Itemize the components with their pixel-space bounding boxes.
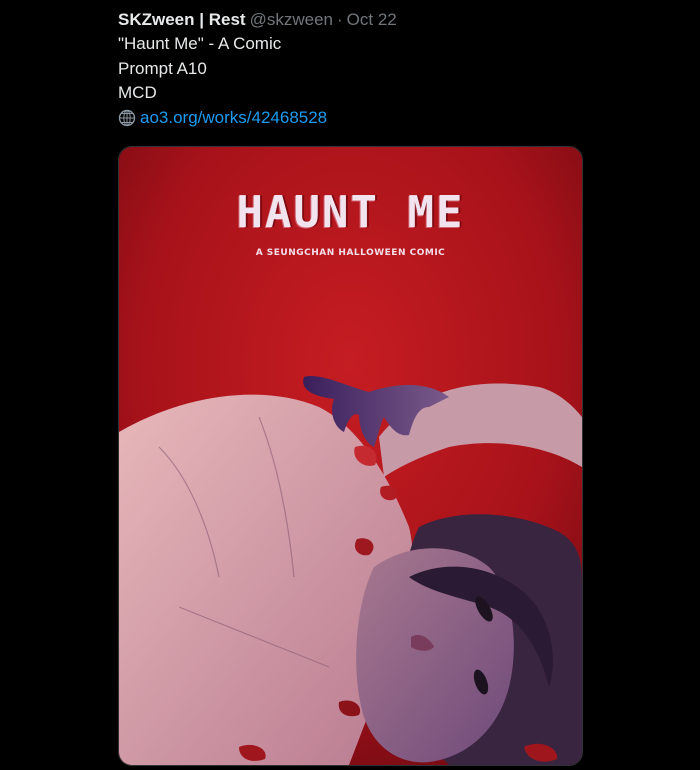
tweet-text-line-1: "Haunt Me" - A Comic [118, 34, 282, 53]
cover-subtitle: A SEUNGCHAN HALLOWEEN COMIC [255, 248, 446, 258]
tweet-media-image[interactable]: HAUNT ME A SEUNGCHAN HALLOWEEN COMIC [118, 146, 583, 766]
tweet-timestamp[interactable]: Oct 22 [347, 10, 397, 29]
tweet-text-line-2: Prompt A10 [118, 58, 207, 78]
tweet-header: SKZween | Rest @skzween · Oct 22 [118, 8, 588, 32]
tweet-link-line: ao3.org/works/42468528 [118, 106, 588, 131]
tweet-text-line-3: MCD [118, 83, 157, 102]
ao3-link[interactable]: ao3.org/works/42468528 [140, 106, 327, 131]
tweet: SKZween | Rest @skzween · Oct 22 "Haunt Me"… [118, 8, 588, 130]
comic-cover-illustration [119, 147, 582, 765]
cover-title: HAUNT ME [236, 187, 465, 238]
web-icon [118, 109, 136, 127]
separator-dot: · [336, 10, 343, 29]
author-handle[interactable]: @skzween [250, 10, 333, 29]
author-name[interactable]: SKZween | Rest [118, 10, 246, 29]
